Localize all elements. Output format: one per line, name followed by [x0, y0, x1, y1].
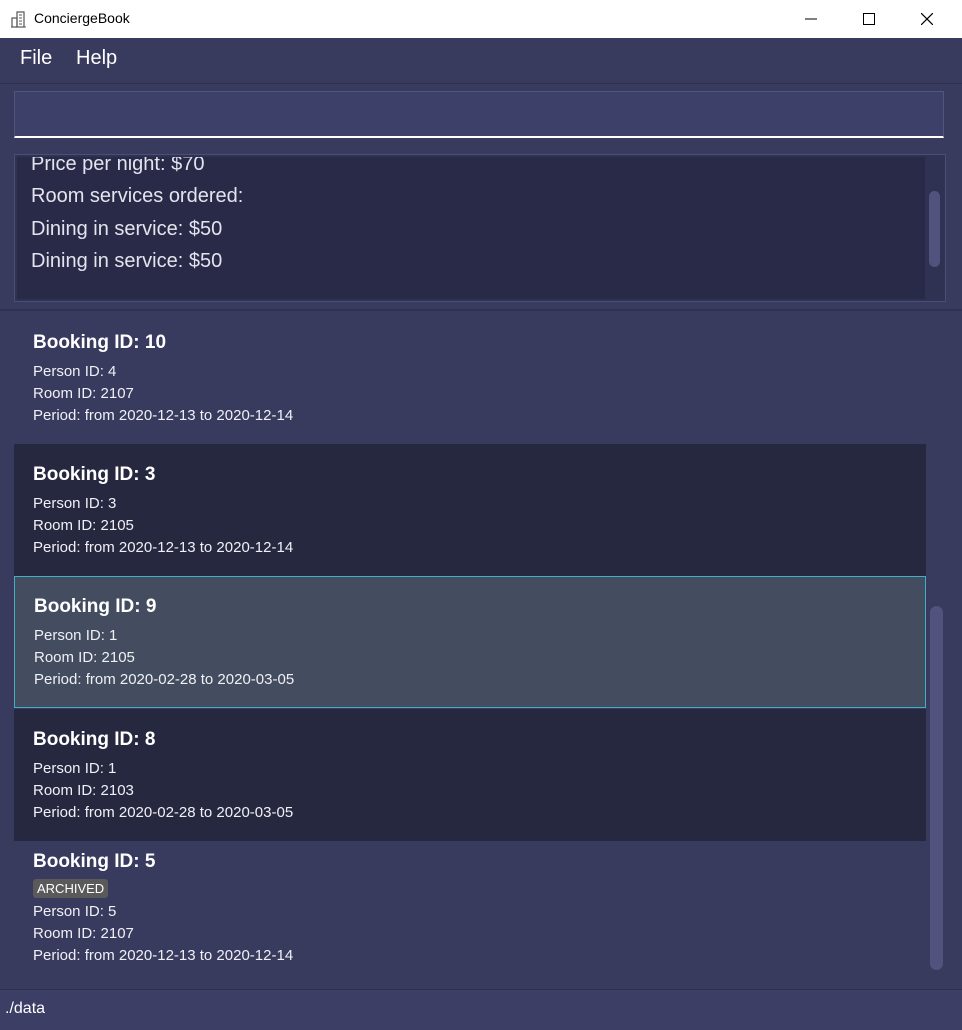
booking-period: Period: from 2020-12-13 to 2020-12-14: [33, 539, 294, 556]
room-id: Room ID: 2107: [33, 385, 134, 402]
result-line: Price per night: $70: [31, 157, 205, 175]
result-line: Room services ordered:: [31, 185, 244, 207]
booking-card[interactable]: Booking ID: 8 Person ID: 1 Room ID: 2103…: [14, 709, 926, 841]
menu-file[interactable]: File: [20, 47, 52, 70]
close-icon: [921, 13, 933, 25]
person-id: Person ID: 1: [33, 760, 117, 777]
booking-card[interactable]: Booking ID: 3 Person ID: 3 Room ID: 2105…: [14, 444, 926, 576]
person-id: Person ID: 4: [33, 363, 117, 380]
booking-id: Booking ID: 9: [34, 596, 157, 617]
title-bar: ConciergeBook: [0, 0, 962, 38]
minimize-icon: [805, 18, 817, 20]
room-id: Room ID: 2107: [33, 925, 134, 942]
archived-badge: ARCHIVED: [33, 879, 109, 898]
result-scrollbar-thumb[interactable]: [929, 191, 940, 267]
booking-id: Booking ID: 3: [33, 464, 156, 485]
maximize-icon: [863, 13, 875, 25]
result-text-area[interactable]: Price per night: $70 Room services order…: [17, 157, 925, 299]
booking-id: Booking ID: 5: [33, 851, 156, 872]
window-title: ConciergeBook: [34, 10, 130, 26]
room-id: Room ID: 2105: [34, 649, 135, 666]
list-scrollbar-thumb[interactable]: [930, 606, 943, 970]
maximize-button[interactable]: [840, 0, 898, 38]
person-id: Person ID: 3: [33, 495, 117, 512]
room-id: Room ID: 2103: [33, 782, 134, 799]
command-input[interactable]: [14, 91, 944, 138]
booking-card[interactable]: Booking ID: 5 ARCHIVED Person ID: 5 Room…: [14, 841, 926, 988]
result-line: Dining in service: $50: [31, 250, 223, 272]
booking-period: Period: from 2020-12-13 to 2020-12-14: [33, 947, 294, 964]
room-id: Room ID: 2105: [33, 517, 134, 534]
person-id: Person ID: 5: [33, 903, 117, 920]
booking-period: Period: from 2020-02-28 to 2020-03-05: [34, 671, 295, 688]
minimize-button[interactable]: [782, 0, 840, 38]
menu-bar: File Help: [0, 38, 962, 83]
booking-id: Booking ID: 8: [33, 729, 156, 750]
divider: [0, 309, 962, 311]
booking-period: Period: from 2020-12-13 to 2020-12-14: [33, 407, 294, 424]
data-path: ./data: [5, 1000, 46, 1017]
building-icon: [11, 11, 26, 28]
booking-card[interactable]: Booking ID: 10 Person ID: 4 Room ID: 210…: [14, 312, 926, 444]
menu-help[interactable]: Help: [76, 47, 117, 70]
close-button[interactable]: [898, 0, 956, 38]
result-display: Price per night: $70 Room services order…: [14, 154, 946, 302]
command-area: [0, 83, 962, 150]
status-bar: ./data: [0, 989, 962, 1030]
result-line: Dining in service: $50: [31, 218, 223, 240]
booking-id: Booking ID: 10: [33, 332, 167, 353]
result-scrollbar[interactable]: [927, 157, 943, 299]
person-id: Person ID: 1: [34, 627, 118, 644]
booking-card-selected[interactable]: Booking ID: 9 Person ID: 1 Room ID: 2105…: [14, 576, 926, 708]
booking-list: Booking ID: 10 Person ID: 4 Room ID: 210…: [14, 312, 926, 988]
booking-period: Period: from 2020-02-28 to 2020-03-05: [33, 804, 294, 821]
